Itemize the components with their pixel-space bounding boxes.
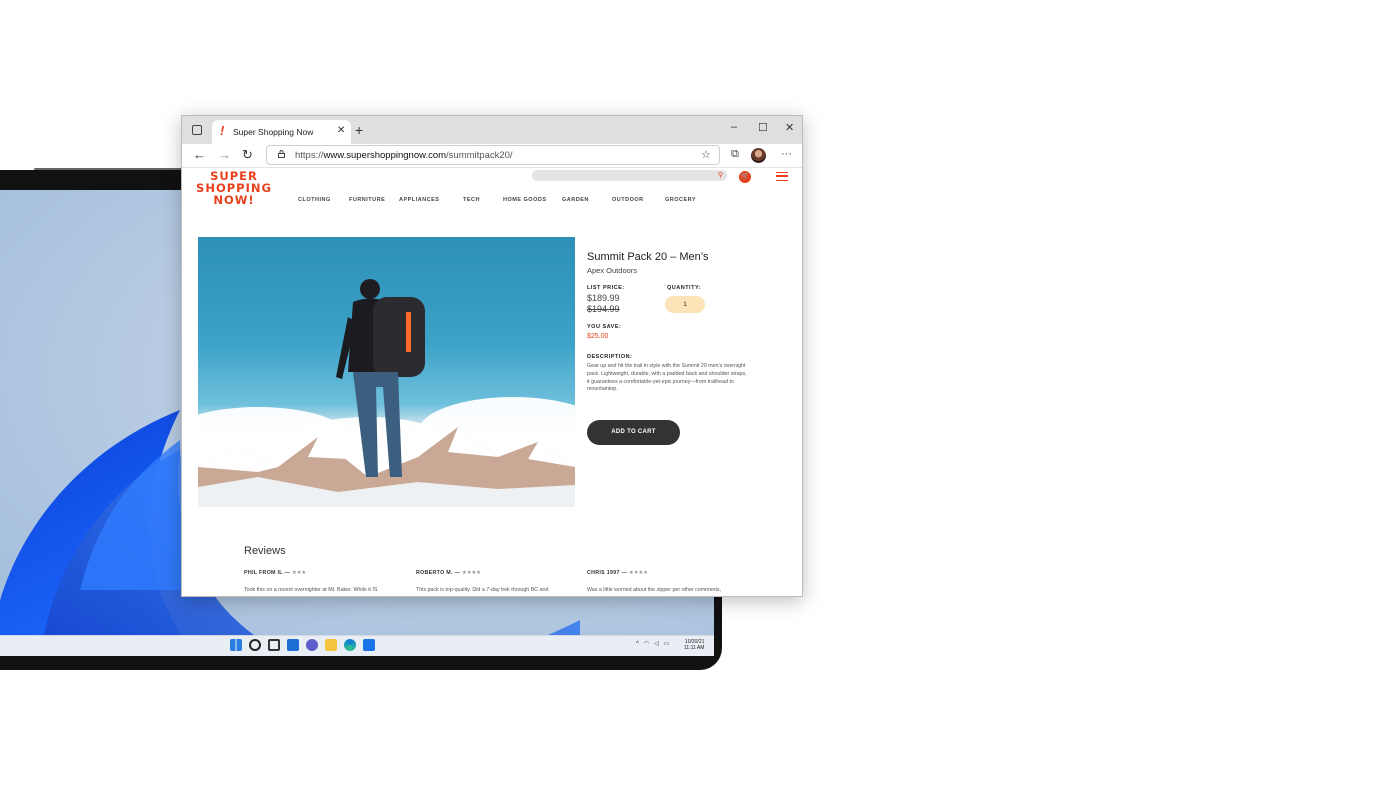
system-tray: ^ ◠ ◁ ▭ (636, 640, 670, 648)
address-bar[interactable]: https://www.supershoppingnow.com/summitp… (266, 145, 720, 165)
search-icon[interactable] (249, 639, 261, 651)
nav-garden[interactable]: GARDEN (562, 197, 589, 203)
site-search-input[interactable]: ⚲ (532, 170, 727, 181)
review-stars: ★★★ (291, 570, 307, 576)
url-path: /summitpack20/ (446, 150, 513, 161)
search-icon[interactable]: ⚲ (718, 171, 723, 179)
tab-actions-icon[interactable] (192, 125, 202, 135)
url-prefix: https:// (295, 150, 324, 161)
maximize-icon[interactable]: ☐ (758, 121, 768, 134)
chevron-up-icon[interactable]: ^ (636, 641, 639, 647)
task-view-icon[interactable] (268, 639, 280, 651)
product-image (198, 237, 575, 507)
nav-clothing[interactable]: CLOTHING (298, 197, 331, 203)
add-favorite-icon[interactable]: ☆ (701, 148, 711, 161)
review-author-name: CHRIS 1997 — (587, 570, 628, 576)
you-save-label: YOU SAVE: (587, 324, 622, 330)
edge-icon[interactable] (344, 639, 356, 651)
review-stars: ★★★★ (628, 570, 648, 576)
chat-icon[interactable] (306, 639, 318, 651)
description-label: DESCRIPTION: (587, 354, 633, 360)
lock-icon (278, 150, 285, 158)
nav-tech[interactable]: TECH (463, 197, 480, 203)
taskbar-icons (230, 639, 375, 651)
tab-super-shopping-now[interactable]: ! Super Shopping Now ✕ (212, 120, 351, 144)
profile-avatar[interactable] (751, 148, 766, 163)
quantity-stepper[interactable]: 1 (665, 296, 705, 313)
web-page: SUPER SHOPPING NOW! ⚲ 🛒 CLOTHING FURNITU… (182, 168, 802, 596)
add-to-cart-button[interactable]: ADD TO CART (587, 420, 680, 445)
product-title: Summit Pack 20 – Men’s (587, 251, 709, 263)
review-author: PHIL FROM IL — ★★★ (244, 570, 306, 576)
more-options-icon[interactable]: ··· (781, 148, 792, 160)
browser-toolbar: ← → ↻ https://www.supershoppingnow.com/s… (182, 144, 802, 168)
nav-furniture[interactable]: FURNITURE (349, 197, 385, 203)
nav-grocery[interactable]: GROCERY (665, 197, 696, 203)
favicon-icon: ! (220, 123, 225, 138)
close-window-icon[interactable]: ✕ (785, 121, 794, 134)
taskbar-clock[interactable]: 10/20/21 11:11 AM (684, 639, 704, 651)
clock-time: 11:11 AM (684, 645, 705, 651)
url-text: https://www.supershoppingnow.com/summitp… (295, 150, 513, 161)
nav-outdoor[interactable]: OUTDOOR (612, 197, 644, 203)
review-author: ROBERTO M. — ★★★★ (416, 570, 481, 576)
battery-icon[interactable]: ▭ (664, 640, 670, 647)
minimize-icon[interactable]: – (731, 121, 737, 133)
list-price-label: LIST PRICE: (587, 285, 625, 291)
logo-line-3: NOW! (213, 193, 255, 207)
reviews-heading: Reviews (244, 545, 286, 557)
cart-icon[interactable]: 🛒 (739, 171, 751, 183)
file-explorer-icon[interactable] (325, 639, 337, 651)
review-text: Took this on a recent overnighter at Mt.… (244, 587, 378, 593)
wifi-icon[interactable]: ◠ (644, 640, 649, 647)
quantity-label: QUANTITY: (667, 285, 702, 291)
product-brand[interactable]: Apex Outdoors (587, 266, 637, 275)
nav-appliances[interactable]: APPLIANCES (399, 197, 439, 203)
review-author-name: PHIL FROM IL — (244, 570, 291, 576)
start-icon[interactable] (230, 639, 242, 651)
back-icon[interactable]: ← (193, 147, 206, 162)
product-description: Gear up and hit the trail in style with … (587, 363, 747, 393)
new-tab-icon[interactable]: + (355, 122, 363, 138)
nav-home-goods[interactable]: HOME GOODS (503, 197, 547, 203)
savings-amount: $25.00 (587, 333, 609, 340)
browser-window: ! Super Shopping Now ✕ + – ☐ ✕ ← → ↻ htt… (181, 115, 803, 597)
store-icon[interactable] (363, 639, 375, 651)
forward-icon[interactable]: → (218, 147, 231, 162)
review-author: CHRIS 1997 — ★★★★ (587, 570, 648, 576)
review-author-name: ROBERTO M. — (416, 570, 461, 576)
site-logo[interactable]: SUPER SHOPPING NOW! (196, 170, 272, 212)
volume-icon[interactable]: ◁ (654, 640, 659, 647)
review-text: This pack is top-quality. Did a 7-day tr… (416, 587, 549, 593)
product-old-price: $194.99 (587, 304, 620, 314)
tab-title: Super Shopping Now (233, 127, 314, 137)
collections-icon[interactable]: ⧉ (731, 148, 739, 161)
tab-close-icon[interactable]: ✕ (337, 125, 345, 136)
hamburger-menu-icon[interactable] (776, 172, 788, 181)
product-price: $189.99 (587, 293, 620, 303)
hiker-figure (336, 279, 425, 477)
review-stars: ★★★★ (461, 570, 481, 576)
widgets-icon[interactable] (287, 639, 299, 651)
refresh-icon[interactable]: ↻ (242, 147, 253, 163)
review-text: Was a little worried about the zipper pe… (587, 587, 722, 593)
url-domain: www.supershoppingnow.com (323, 150, 447, 161)
tab-strip: ! Super Shopping Now ✕ + – ☐ ✕ (182, 116, 802, 144)
